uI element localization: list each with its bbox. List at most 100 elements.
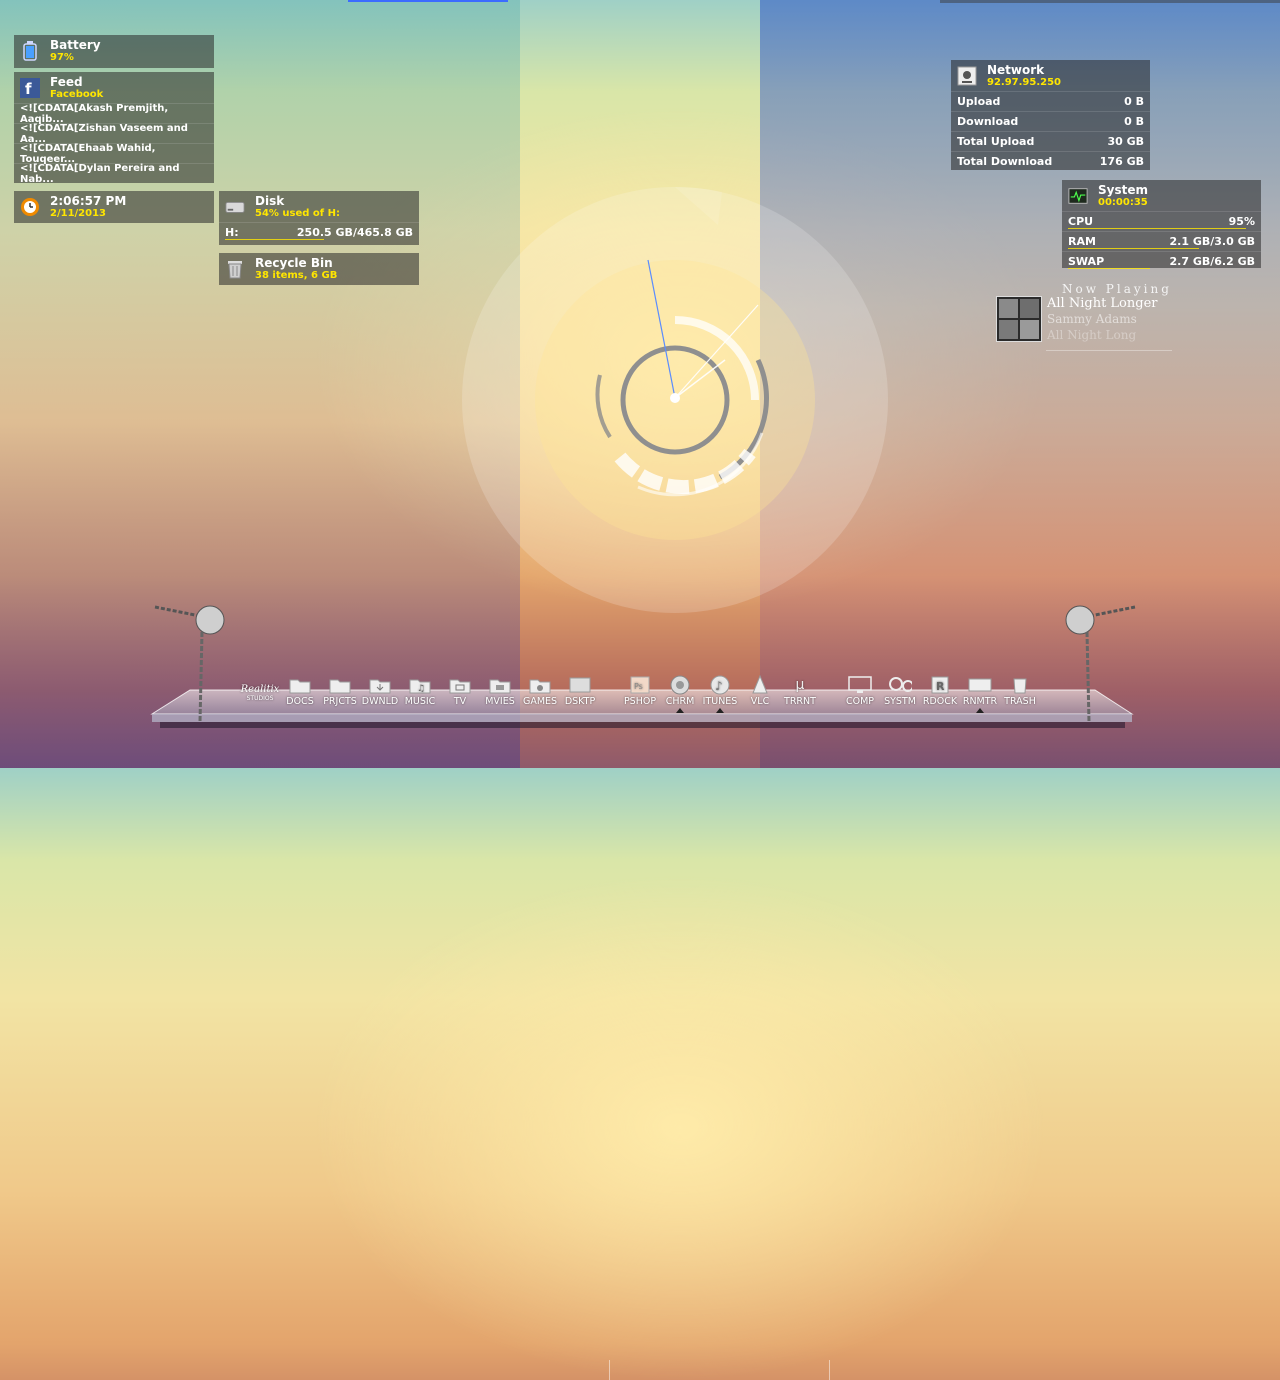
- folder-tv-icon: [448, 676, 472, 694]
- disk-title: Disk: [255, 194, 285, 208]
- running-indicator: [716, 708, 724, 713]
- dock-system[interactable]: SYSTM: [880, 676, 920, 707]
- feed-source[interactable]: Facebook: [50, 89, 103, 100]
- recycle-bin-title: Recycle Bin: [255, 256, 333, 270]
- feed-item[interactable]: <![CDATA[Ehaab Wahid, Touqeer...: [14, 143, 214, 165]
- dock-rocketdock[interactable]: R RDOCK: [920, 676, 960, 707]
- chrome-icon: [668, 675, 692, 695]
- system-row-swap: SWAP 2.7 GB/6.2 GB: [1062, 251, 1261, 271]
- system-title: System: [1098, 183, 1148, 197]
- folder-movies-icon: [488, 676, 512, 694]
- dock-separator: [829, 1360, 830, 1380]
- analog-clock-widget: [460, 185, 890, 615]
- cpu-bar: [1068, 228, 1246, 229]
- feed-item[interactable]: <![CDATA[Akash Premjith, Aaqib...: [14, 103, 214, 125]
- network-icon: [957, 66, 977, 86]
- disk-widget[interactable]: Disk 54% used of H: H: 250.5 GB/465.8 GB: [219, 191, 419, 245]
- dock-separator: [609, 1360, 610, 1380]
- dock-computer[interactable]: COMP: [840, 676, 880, 707]
- desktop-icon: [568, 676, 592, 694]
- dock-chrome[interactable]: CHRM: [660, 675, 700, 713]
- recycle-bin-summary: 38 items, 6 GB: [255, 270, 338, 281]
- dock-movies[interactable]: MVIES: [480, 676, 520, 707]
- dock-photoshop[interactable]: Ps PSHOP: [620, 676, 660, 707]
- folder-download-icon: [368, 676, 392, 694]
- ram-bar: [1068, 248, 1199, 249]
- network-row: Total Download 176 GB: [951, 151, 1150, 171]
- album-art: [996, 296, 1042, 342]
- disk-row: H: 250.5 GB/465.8 GB: [219, 222, 419, 242]
- network-row: Download 0 B: [951, 111, 1150, 131]
- swap-bar: [1068, 268, 1150, 269]
- dock-vlc[interactable]: VLC: [740, 675, 780, 707]
- dock-logo[interactable]: Realitix STUDIOS: [238, 676, 282, 702]
- running-indicator: [676, 708, 684, 713]
- trash-icon: [1008, 676, 1032, 694]
- facebook-icon: f: [20, 77, 40, 98]
- svg-text:♫: ♫: [417, 684, 425, 694]
- disk-drive: H:: [225, 226, 239, 239]
- network-title: Network: [987, 63, 1045, 77]
- network-widget: Network 92.97.95.250 Upload 0 B Download 0…: [951, 60, 1150, 170]
- disk-usage: 250.5 GB/465.8 GB: [296, 226, 413, 239]
- battery-value: 97%: [50, 52, 74, 63]
- clock-date: 2/11/2013: [50, 208, 107, 219]
- vlc-icon: [748, 675, 772, 694]
- dock-tv[interactable]: TV: [440, 676, 480, 707]
- rainmeter-icon: [968, 676, 992, 694]
- now-playing-progress: [1046, 350, 1172, 351]
- feed-item[interactable]: <![CDATA[Zishan Vaseem and Aa...: [14, 123, 214, 145]
- recycle-bin-widget[interactable]: Recycle Bin 38 items, 6 GB: [219, 253, 419, 285]
- feed-widget: f Feed Facebook <![CDATA[Akash Premjith,…: [14, 72, 214, 185]
- dock-trash[interactable]: TRASH: [1000, 676, 1040, 707]
- svg-text:♪: ♪: [715, 679, 723, 693]
- hard-drive-icon: [225, 197, 245, 217]
- dock-docs[interactable]: DOCS: [280, 676, 320, 707]
- dock-rainmeter[interactable]: RNMTR: [960, 676, 1000, 713]
- system-row-ram: RAM 2.1 GB/3.0 GB: [1062, 231, 1261, 251]
- now-playing-artist: Sammy Adams: [1047, 312, 1137, 326]
- recycle-bin-icon: [225, 259, 245, 279]
- folder-music-icon: ♫: [408, 676, 432, 694]
- disk-summary: 54% used of H:: [255, 208, 340, 219]
- system-tray-strip: [940, 0, 1280, 3]
- folder-icon: [328, 676, 352, 694]
- clock-widget: 2:06:57 PM 2/11/2013: [14, 191, 214, 223]
- system-uptime: 00:00:35: [1098, 197, 1148, 208]
- system-row-cpu: CPU 95%: [1062, 211, 1261, 231]
- itunes-icon: ♪: [708, 675, 732, 695]
- network-row: Upload 0 B: [951, 91, 1150, 111]
- svg-text:f: f: [25, 80, 32, 98]
- dock-projects[interactable]: PRJCTS: [320, 676, 360, 707]
- rocketdock-icon: R: [928, 676, 952, 694]
- now-playing-widget[interactable]: Now Playing All Night Longer Sammy Adams…: [996, 282, 1172, 354]
- battery-widget[interactable]: Battery 97%: [14, 35, 214, 68]
- battery-icon: [20, 40, 40, 61]
- now-playing-album: All Night Long: [1047, 328, 1137, 342]
- feed-item[interactable]: <![CDATA[Dylan Pereira and Nab...: [14, 163, 214, 185]
- disk-usage-bar: [225, 239, 324, 240]
- clock-time: 2:06:57 PM: [50, 194, 127, 208]
- top-highlight-line: [348, 0, 508, 2]
- dock-games[interactable]: GAMES: [520, 676, 560, 707]
- dock-utorrent[interactable]: µ TRRNT: [780, 676, 820, 707]
- folder-icon: [288, 676, 312, 694]
- network-ip: 92.97.95.250: [987, 77, 1062, 88]
- dock-desktop[interactable]: DSKTP: [560, 676, 600, 707]
- svg-text:R: R: [936, 680, 945, 693]
- dock-downloads[interactable]: DWNLD: [360, 676, 400, 707]
- utorrent-icon: µ: [795, 677, 805, 693]
- gears-icon: [888, 676, 912, 694]
- now-playing-label: Now Playing: [1062, 282, 1172, 296]
- network-row: Total Upload 30 GB: [951, 131, 1150, 151]
- dock-itunes[interactable]: ♪ ITUNES: [700, 675, 740, 713]
- svg-text:Ps: Ps: [634, 682, 643, 691]
- battery-title: Battery: [50, 38, 101, 52]
- computer-icon: [848, 676, 872, 694]
- dock-music[interactable]: ♫ MUSIC: [400, 676, 440, 707]
- feed-title: Feed: [50, 75, 83, 89]
- dock: Realitix STUDIOS DOCS PRJCTS DWNLD ♫ MUSI…: [0, 675, 1280, 1380]
- clock-icon: [20, 197, 40, 217]
- now-playing-track: All Night Longer: [1047, 296, 1158, 311]
- running-indicator: [976, 708, 984, 713]
